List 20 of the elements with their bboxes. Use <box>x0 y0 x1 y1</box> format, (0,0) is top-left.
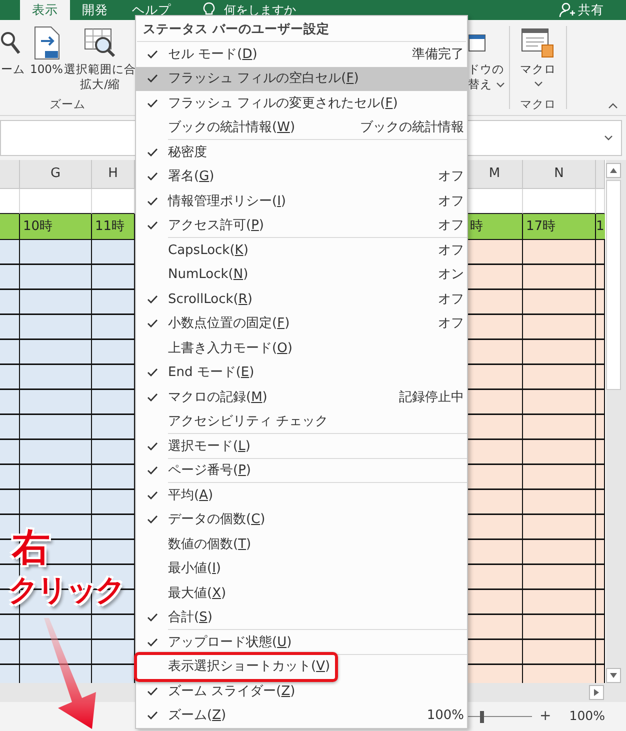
table-cell: 11時 <box>92 214 135 240</box>
status-value: オフ <box>438 290 465 308</box>
status-value: 準備完了 <box>412 46 465 64</box>
status-value: ブックの統計情報 <box>360 119 465 137</box>
status-value: オフ <box>438 192 465 210</box>
status-value: オフ <box>438 242 465 260</box>
status-value: オフ <box>438 168 465 186</box>
status-value: オフ <box>438 217 465 235</box>
zoom-level: 100% <box>569 707 605 726</box>
menu-title: ステータス バーのユーザー設定 <box>137 16 466 42</box>
table-cell: 1 <box>596 214 605 240</box>
group-label: マクロ <box>519 96 557 114</box>
status-value: 100% <box>426 707 465 725</box>
status-value: オフ <box>438 315 465 333</box>
status-value: 記録停止中 <box>399 388 465 406</box>
table-cell: 10時 <box>20 214 92 240</box>
status-value: オン <box>438 266 465 284</box>
table-cell: 時 <box>467 214 523 240</box>
table-cell: 17時 <box>523 214 596 240</box>
group-label: ズーム <box>48 96 86 114</box>
